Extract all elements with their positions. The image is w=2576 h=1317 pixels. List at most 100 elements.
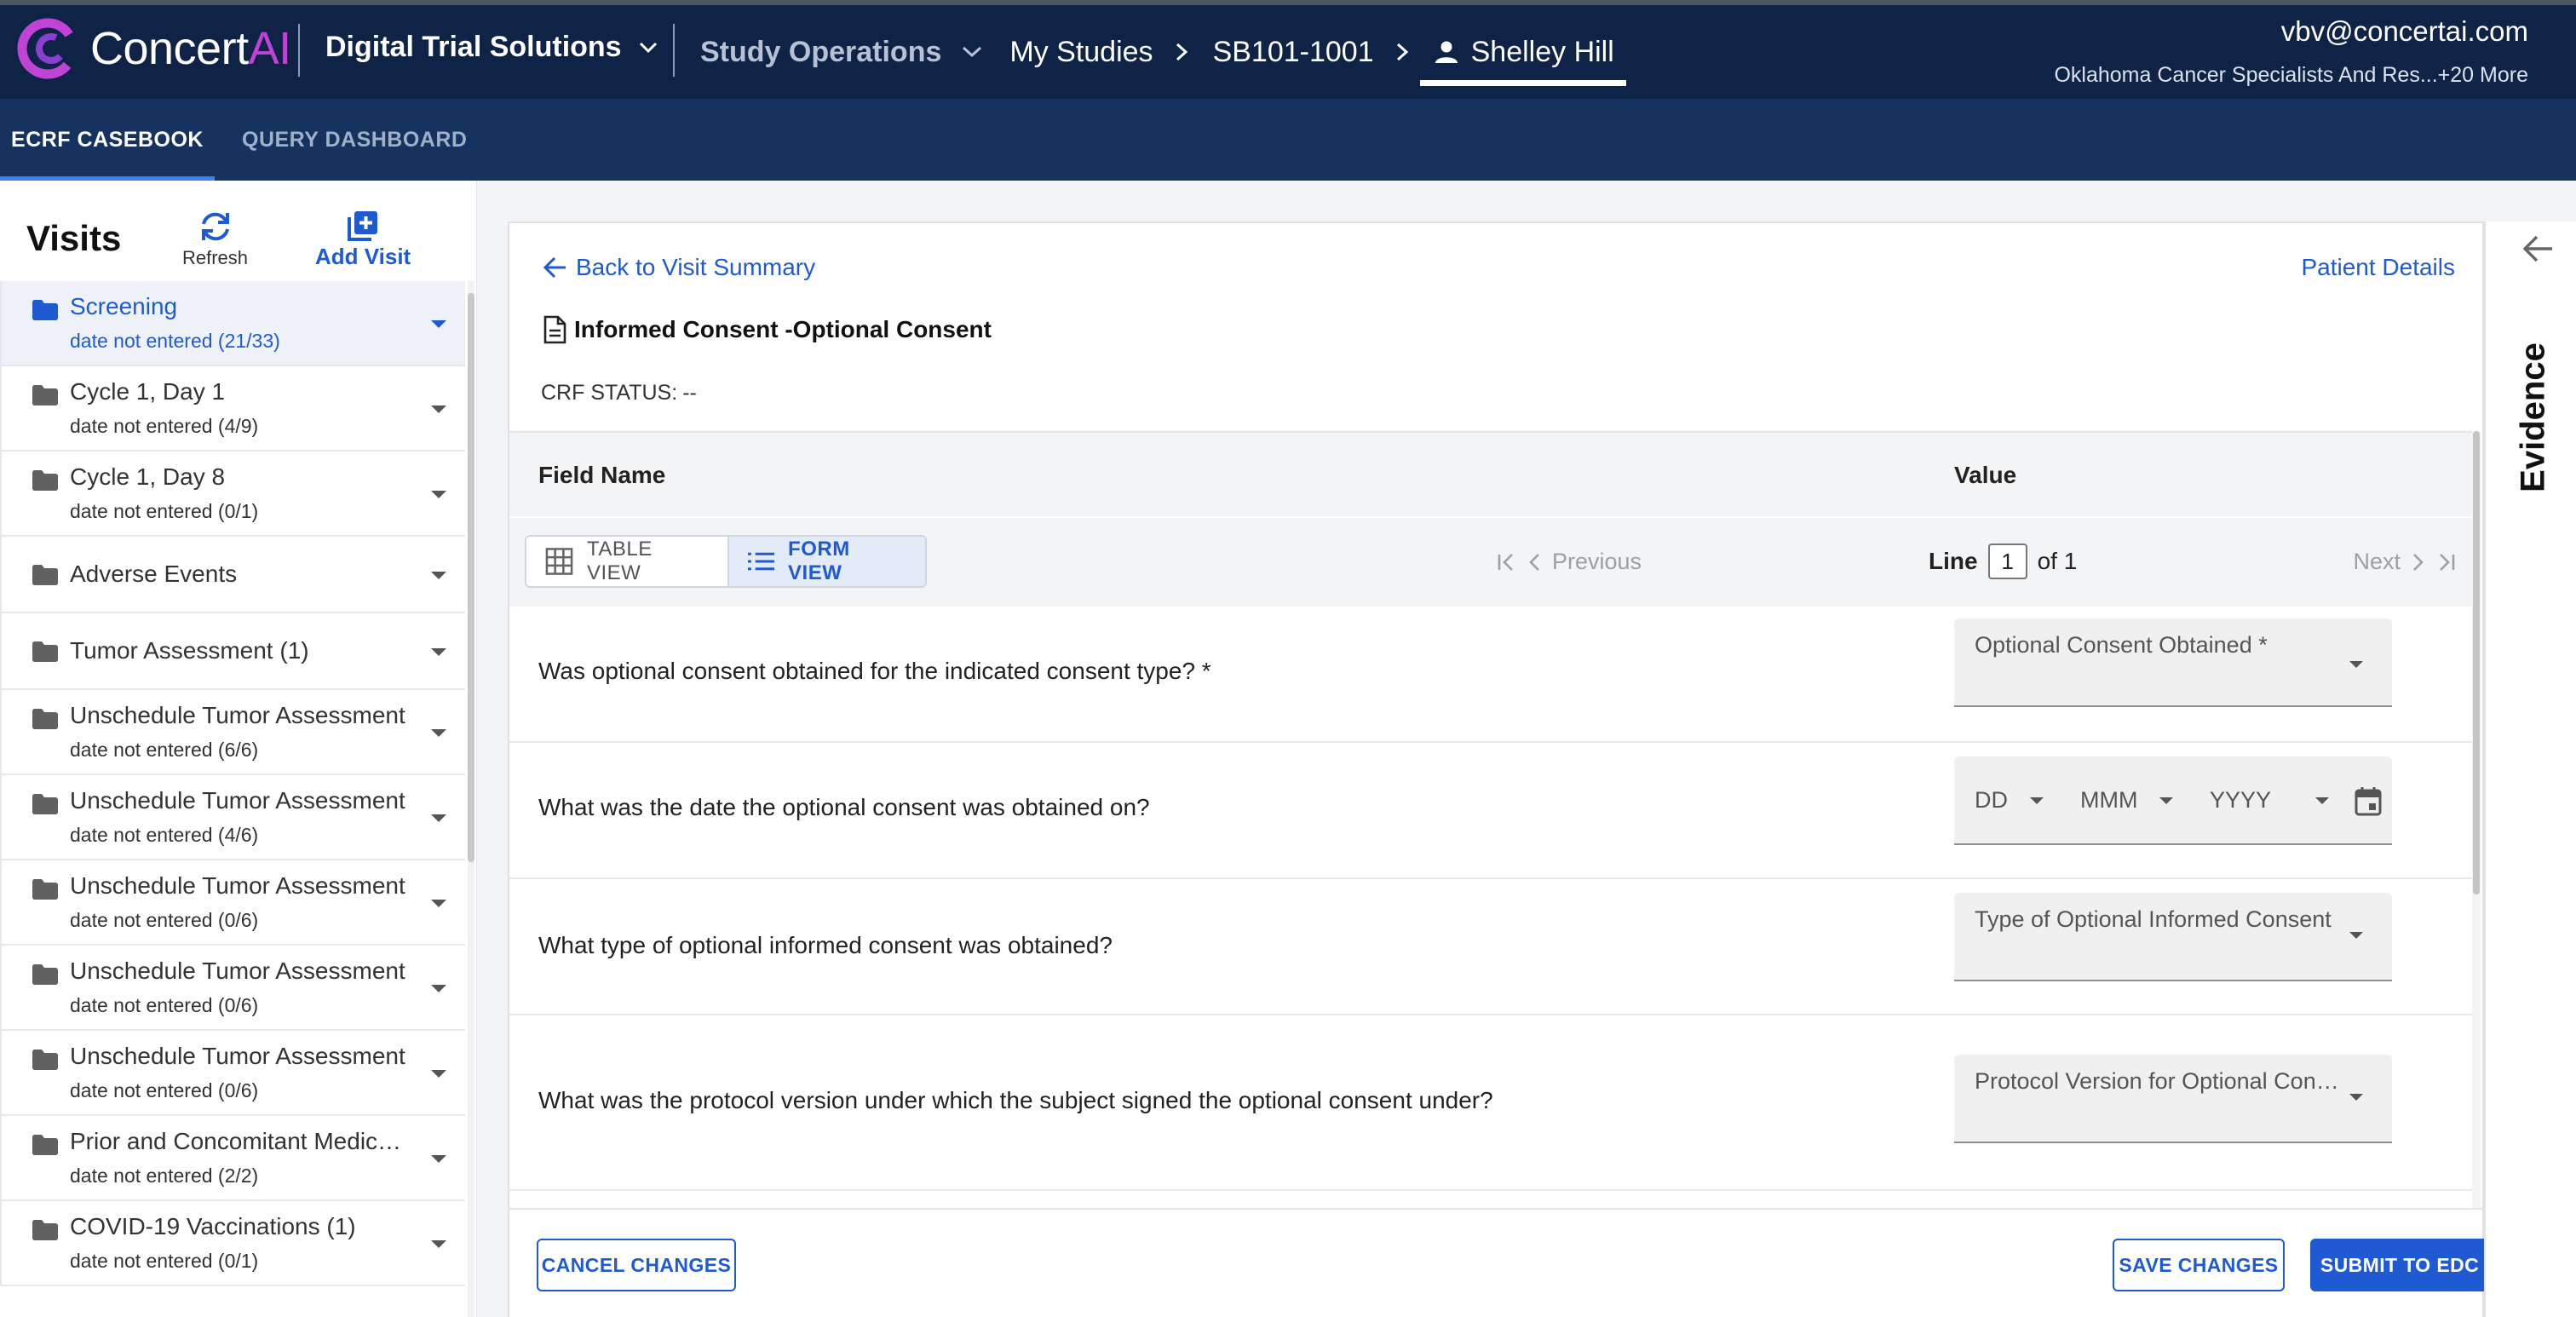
select-placeholder: Optional Consent Obtained *: [1975, 632, 2268, 658]
form-title: Informed Consent -Optional Consent: [542, 315, 992, 344]
question-rows: Was optional consent obtained for the in…: [509, 607, 2472, 1232]
arrow-left-icon[interactable]: [2521, 233, 2556, 264]
visit-item-covid-19-vaccinations[interactable]: COVID-19 Vaccinations (1) date not enter…: [0, 1201, 465, 1286]
optional-consent-obtained-select[interactable]: Optional Consent Obtained *: [1954, 618, 2392, 707]
form-scrollbar[interactable]: [2472, 431, 2481, 1232]
add-visit-button[interactable]: Add Visit: [315, 210, 411, 270]
logo-wordmark: ConcertAI: [90, 23, 291, 74]
tab-query-dashboard[interactable]: QUERY DASHBOARD: [242, 99, 467, 181]
question-text: Was optional consent obtained for the in…: [538, 658, 1211, 684]
tab-ecrf-casebook[interactable]: ECRF CASEBOOK: [0, 99, 215, 181]
expand-caret-icon[interactable]: [431, 648, 446, 656]
visit-name: Unschedule Tumor Assessment: [70, 872, 405, 899]
consent-date-field[interactable]: DD MMM YYYY: [1954, 756, 2392, 845]
expand-caret-icon[interactable]: [431, 985, 446, 992]
optional-consent-type-select[interactable]: Type of Optional Informed Consent: [1954, 893, 2392, 981]
expand-caret-icon[interactable]: [431, 1155, 446, 1163]
visit-item-adverse-events[interactable]: Adverse Events: [0, 537, 465, 613]
visit-item-unscheduled-tumor-assessment[interactable]: Unschedule Tumor Assessment date not ent…: [0, 860, 465, 946]
cancel-changes-button[interactable]: CANCEL CHANGES: [537, 1239, 736, 1291]
visit-status: date not entered (4/6): [70, 824, 259, 846]
visit-item-unscheduled-tumor-assessment[interactable]: Unschedule Tumor Assessment date not ent…: [0, 946, 465, 1031]
column-field-name: Field Name: [538, 462, 666, 488]
visit-name: Cycle 1, Day 1: [70, 378, 226, 405]
folder-icon: [32, 879, 58, 900]
form-toolbar: TABLE VIEW FORM VIEW Previous Line 1 of …: [509, 518, 2472, 607]
concertai-logo[interactable]: ConcertAI: [17, 18, 291, 79]
evidence-label[interactable]: Evidence: [2491, 315, 2576, 520]
visit-status: date not entered (0/1): [70, 500, 259, 522]
user-account[interactable]: vbv@concertai.com Oklahoma Cancer Specia…: [2054, 15, 2528, 88]
scrollbar-thumb[interactable]: [468, 293, 474, 862]
chevron-right-icon: [1396, 43, 1408, 61]
table-view-button[interactable]: TABLE VIEW: [526, 537, 727, 586]
visit-item-tumor-assessment[interactable]: Tumor Assessment (1): [0, 613, 465, 690]
view-toggle: TABLE VIEW FORM VIEW: [525, 535, 927, 588]
folder-icon: [32, 709, 58, 729]
visit-item-screening[interactable]: Screening date not entered (21/33): [0, 281, 465, 366]
expand-caret-icon[interactable]: [431, 729, 446, 737]
question-row: What type of optional informed consent w…: [509, 879, 2472, 1015]
next-button[interactable]: Next: [2353, 549, 2457, 575]
chevron-right-icon: [2413, 553, 2424, 571]
visit-name: Unschedule Tumor Assessment: [70, 958, 405, 984]
previous-button[interactable]: Previous: [1496, 549, 1642, 575]
expand-caret-icon[interactable]: [431, 900, 446, 907]
expand-caret-icon[interactable]: [431, 405, 446, 413]
expand-caret-icon[interactable]: [431, 1070, 446, 1078]
expand-caret-icon[interactable]: [431, 814, 446, 822]
expand-caret-icon[interactable]: [431, 320, 446, 328]
breadcrumb-study-operations[interactable]: Study Operations: [700, 36, 989, 69]
refresh-button[interactable]: Refresh: [182, 210, 248, 269]
form-view-button[interactable]: FORM VIEW: [727, 537, 925, 586]
line-number-input[interactable]: 1: [1987, 543, 2027, 579]
product-switcher[interactable]: Digital Trial Solutions: [325, 31, 658, 64]
protocol-version-select[interactable]: Protocol Version for Optional Consent: [1954, 1055, 2392, 1143]
visit-item-prior-concomitant-medications[interactable]: Prior and Concomitant Medications date n…: [0, 1116, 465, 1201]
breadcrumb-my-studies[interactable]: My Studies: [1009, 36, 1153, 69]
folder-icon: [32, 641, 58, 662]
visit-item-unscheduled-tumor-assessment[interactable]: Unschedule Tumor Assessment date not ent…: [0, 775, 465, 860]
scrollbar-thumb[interactable]: [2473, 431, 2480, 894]
dropdown-arrow-icon: [2349, 1094, 2363, 1101]
add-box-icon: [348, 211, 378, 241]
breadcrumb-study-id[interactable]: SB101-1001: [1213, 36, 1374, 69]
submit-to-edc-button[interactable]: SUBMIT TO EDC: [2310, 1239, 2489, 1291]
chevron-right-icon: [1176, 43, 1187, 61]
breadcrumb-patient[interactable]: Shelley Hill: [1419, 0, 1626, 86]
visit-item-cycle-1-day-8[interactable]: Cycle 1, Day 8 date not entered (0/1): [0, 451, 465, 537]
visit-name: Prior and Concomitant Medications: [70, 1128, 411, 1154]
visit-item-unscheduled-tumor-assessment[interactable]: Unschedule Tumor Assessment date not ent…: [0, 1031, 465, 1116]
select-placeholder: Type of Optional Informed Consent: [1975, 906, 2332, 932]
visit-list: Screening date not entered (21/33) Cycle…: [0, 281, 465, 1286]
expand-caret-icon[interactable]: [431, 1240, 446, 1248]
visit-item-unscheduled-tumor-assessment[interactable]: Unschedule Tumor Assessment date not ent…: [0, 690, 465, 775]
select-placeholder: Protocol Version for Optional Consent: [1975, 1068, 2349, 1094]
dropdown-arrow-icon: [2349, 932, 2363, 939]
save-changes-button[interactable]: SAVE CHANGES: [2113, 1239, 2285, 1291]
evidence-panel: Evidence: [2484, 221, 2576, 1317]
divider: [673, 24, 675, 77]
visit-item-cycle-1-day-1[interactable]: Cycle 1, Day 1 date not entered (4/9): [0, 366, 465, 451]
back-to-visit-summary-link[interactable]: Back to Visit Summary: [543, 254, 815, 281]
year-select[interactable]: YYYY: [2210, 787, 2330, 814]
expand-caret-icon[interactable]: [431, 572, 446, 579]
chevron-left-icon: [1529, 553, 1539, 571]
sidebar-scrollbar[interactable]: [468, 281, 474, 1317]
day-select[interactable]: DD: [1975, 787, 2044, 814]
patient-details-link[interactable]: Patient Details: [2301, 254, 2455, 281]
folder-icon: [32, 470, 58, 491]
month-select[interactable]: MMM: [2080, 787, 2174, 814]
list-icon: [747, 552, 775, 571]
visit-name: Cycle 1, Day 8: [70, 463, 226, 490]
visit-status: date not entered (21/33): [70, 330, 280, 352]
question-row: What was the date the optional consent w…: [509, 743, 2472, 879]
window-edge: [0, 0, 2576, 5]
line-total: of 1: [2037, 548, 2078, 574]
calendar-icon[interactable]: [2355, 785, 2382, 816]
visits-sidebar: Visits Refresh Add Visit Screening date …: [0, 181, 477, 1317]
sidebar-header: Visits Refresh Add Visit: [0, 181, 476, 281]
folder-icon: [32, 1050, 58, 1070]
expand-caret-icon[interactable]: [431, 491, 446, 498]
user-organization: Oklahoma Cancer Specialists And Res...+2…: [2054, 63, 2528, 87]
